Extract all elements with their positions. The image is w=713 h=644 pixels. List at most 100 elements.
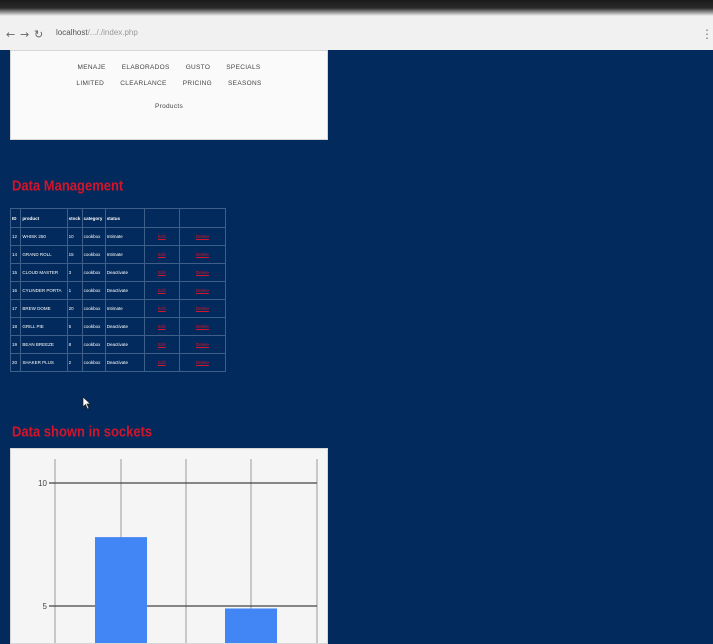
delete-link[interactable]: Delete xyxy=(178,353,227,372)
cell-stock: 20 xyxy=(66,299,83,318)
delete-link[interactable]: Delete xyxy=(178,227,227,246)
cell-stock: 10 xyxy=(66,227,83,246)
table-row: 15 CLOUD MASTER 3 cookbox Deactivate Edi… xyxy=(9,263,227,282)
cell-category: cookbox xyxy=(81,335,106,354)
column-header-stock: stock xyxy=(66,208,83,228)
y-tick-label: 5 xyxy=(43,602,48,611)
table-row: 17 BREW DOME 20 cookbox Intimate Edit De… xyxy=(9,299,227,318)
column-header-product: product xyxy=(20,208,68,228)
cell-stock: 5 xyxy=(66,317,83,336)
cell-stock: 2 xyxy=(66,353,83,372)
delete-link[interactable]: Delete xyxy=(178,281,227,300)
browser-toolbar: ← → ↻ localhost/..././index.php ⋮ xyxy=(0,0,713,50)
back-arrow-icon[interactable]: ← xyxy=(6,28,15,41)
cell-id: 20 xyxy=(9,353,22,372)
edit-link[interactable]: Edit xyxy=(144,227,180,246)
chart-panel: 10 5 xyxy=(10,448,328,644)
table-row: 18 GRILL PIE 5 cookbox Deactivate Edit D… xyxy=(9,317,227,336)
address-bar[interactable]: localhost/..././index.php xyxy=(56,25,196,41)
table-header-row: ID product stock category status xyxy=(9,208,227,228)
kebab-menu-icon[interactable]: ⋮ xyxy=(701,27,713,41)
category-nav-panel: MENAJE ELABORADOS GUSTO SPECIALS LIMITED… xyxy=(10,50,328,140)
chart-section-title: Data shown in sockets xyxy=(12,423,153,440)
category-link[interactable]: CLEARLANCE xyxy=(120,80,166,87)
column-header-edit xyxy=(144,208,180,228)
edit-link[interactable]: Edit xyxy=(144,299,180,318)
column-header-status: status xyxy=(104,208,146,228)
edit-link[interactable]: Edit xyxy=(144,281,180,300)
cell-status: Deactivate xyxy=(104,335,146,354)
table-row: 14 GRAND ROLL 15 cookbox Intimate Edit D… xyxy=(9,245,227,264)
edit-link[interactable]: Edit xyxy=(144,317,180,336)
cell-id: 14 xyxy=(9,245,22,264)
cell-category: cookbox xyxy=(81,299,106,318)
edit-link[interactable]: Edit xyxy=(144,263,180,282)
cell-product: BREW DOME xyxy=(20,299,68,318)
category-link[interactable]: PRICING xyxy=(183,80,212,87)
category-row-3: Products xyxy=(11,103,327,110)
category-link[interactable]: ELABORADOS xyxy=(122,64,170,71)
url-host: localhost xyxy=(56,28,88,37)
cell-product: GRAND ROLL xyxy=(20,245,68,264)
delete-link[interactable]: Delete xyxy=(178,317,227,336)
category-link[interactable]: MENAJE xyxy=(78,64,106,71)
cell-id: 15 xyxy=(9,263,22,282)
category-row-2: LIMITED CLEARLANCE PRICING SEASONS xyxy=(11,80,327,87)
table-row: 19 BEAN BREEZE 8 cookbox Deactivate Edit… xyxy=(9,335,227,354)
cell-id: 16 xyxy=(9,281,22,300)
data-management-title: Data Management xyxy=(12,177,124,194)
cell-id: 18 xyxy=(9,317,22,336)
page-content: MENAJE ELABORADOS GUSTO SPECIALS LIMITED… xyxy=(0,50,713,644)
cell-category: cookbox xyxy=(81,245,106,264)
cell-status: Deactivate xyxy=(104,353,146,372)
column-header-id: ID xyxy=(9,208,22,228)
cell-stock: 3 xyxy=(66,263,83,282)
bar-mark xyxy=(95,537,147,643)
mouse-cursor-icon xyxy=(82,396,92,410)
cell-status: Deactivate xyxy=(104,281,146,300)
products-link[interactable]: Products xyxy=(155,103,183,110)
table-row: 12 WHISK 250 10 cookbox Intimate Edit De… xyxy=(9,227,227,246)
delete-link[interactable]: Delete xyxy=(178,335,227,354)
cell-category: cookbox xyxy=(81,263,106,282)
category-row-1: MENAJE ELABORADOS GUSTO SPECIALS xyxy=(11,64,327,71)
reload-icon[interactable]: ↻ xyxy=(34,28,43,41)
table-row: 16 CYLINDER PORTA 1 cookbox Deactivate E… xyxy=(9,281,227,300)
cell-stock: 1 xyxy=(66,281,83,300)
category-link[interactable]: LIMITED xyxy=(76,80,104,87)
delete-link[interactable]: Delete xyxy=(178,263,227,282)
cell-product: WHISK 250 xyxy=(20,227,68,246)
cell-status: Deactivate xyxy=(104,317,146,336)
cell-category: cookbox xyxy=(81,353,106,372)
bar-chart: 10 5 xyxy=(38,459,318,643)
y-tick-label: 10 xyxy=(38,479,47,488)
forward-arrow-icon[interactable]: → xyxy=(20,28,29,41)
url-path: /..././index.php xyxy=(87,28,138,37)
data-management-table: ID product stock category status 12 WHIS… xyxy=(9,208,227,372)
edit-link[interactable]: Edit xyxy=(144,245,180,264)
cell-stock: 15 xyxy=(66,245,83,264)
delete-link[interactable]: Delete xyxy=(178,299,227,318)
edit-link[interactable]: Edit xyxy=(144,353,180,372)
edit-link[interactable]: Edit xyxy=(144,335,180,354)
cell-category: cookbox xyxy=(81,317,106,336)
cell-id: 17 xyxy=(9,299,22,318)
column-header-category: category xyxy=(81,208,106,228)
cell-product: SHAKER PLUS xyxy=(20,353,68,372)
cell-product: GRILL PIE xyxy=(20,317,68,336)
column-header-delete xyxy=(178,208,227,228)
cell-status: Deactivate xyxy=(104,263,146,282)
category-link[interactable]: GUSTO xyxy=(186,64,211,71)
category-link[interactable]: SPECIALS xyxy=(226,64,260,71)
cell-product: BEAN BREEZE xyxy=(20,335,68,354)
cell-product: CYLINDER PORTA xyxy=(20,281,68,300)
cell-id: 12 xyxy=(9,227,22,246)
category-link[interactable]: SEASONS xyxy=(228,80,262,87)
cell-status: Intimate xyxy=(104,227,146,246)
cell-id: 19 xyxy=(9,335,22,354)
cell-status: Intimate xyxy=(104,299,146,318)
delete-link[interactable]: Delete xyxy=(178,245,227,264)
cell-category: cookbox xyxy=(81,227,106,246)
cell-product: CLOUD MASTER xyxy=(20,263,68,282)
cell-status: Intimate xyxy=(104,245,146,264)
